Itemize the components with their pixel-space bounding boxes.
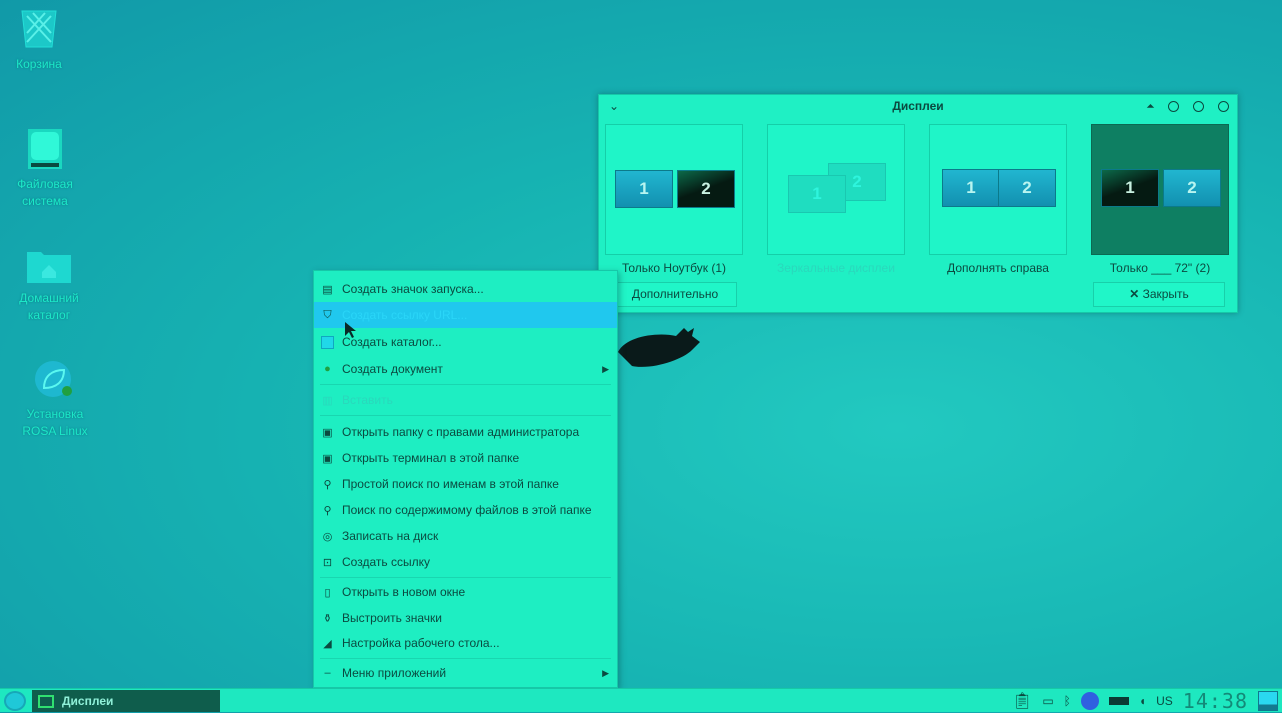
folder-icon (321, 335, 334, 349)
network-icon[interactable]: ▭ (1042, 694, 1053, 708)
link-icon: ⊡ (322, 556, 333, 569)
separator (320, 415, 611, 416)
volume-icon[interactable]: ◖ (1139, 694, 1146, 708)
menu-item-create-launcher[interactable]: ▤ Создать значок запуска... (314, 276, 617, 302)
monitor-2: 2 (677, 170, 735, 208)
monitor-2: 2 (998, 169, 1056, 207)
desktop-icon-trash[interactable]: Корзина (0, 8, 84, 73)
maximize-button[interactable] (1193, 100, 1204, 112)
option-laptop-only[interactable]: 1 2 (605, 124, 743, 255)
keyboard-layout[interactable]: US (1156, 694, 1173, 708)
taskbar-item-displays[interactable]: Дисплеи (32, 690, 220, 712)
clipboard-icon[interactable]: 📋︎ (1012, 691, 1032, 711)
menu-item-desktop-settings[interactable]: ◢ Настройка рабочего стола... (314, 630, 617, 656)
option-label: Дополнять справа (947, 261, 1049, 275)
desktop-icon-installer[interactable]: Установка ROSA Linux (10, 360, 100, 440)
bluetooth-icon[interactable]: ᛒ (1064, 694, 1071, 708)
displays-dialog: ⌄ Дисплеи ⏶ 1 2 Только Ноутбук (1) 2 1 З… (598, 94, 1238, 313)
taskbar: Дисплеи 📋︎ ▭ ᛒ ◖ US 14:38 (0, 688, 1282, 713)
close-window-button[interactable] (1218, 100, 1229, 112)
search-icon: ⚲ (323, 504, 332, 517)
updates-icon[interactable] (1080, 692, 1099, 710)
separator (320, 658, 611, 659)
menu-item-burn-disc[interactable]: ◎ Записать на диск (314, 523, 617, 549)
menu-item-arrange-icons[interactable]: ⚱ Выстроить значки (314, 605, 617, 631)
keep-above-icon[interactable]: ⏶ (1147, 95, 1154, 117)
desktop-icon-filesystem[interactable]: Файловая система (0, 128, 90, 210)
menu-item-applications-menu[interactable]: – Меню приложений ▶ (314, 660, 617, 686)
menu-item-create-link[interactable]: ⊡ Создать ссылку (314, 549, 617, 575)
paste-icon: ▥ (322, 394, 333, 407)
disc-icon: ◎ (322, 530, 333, 543)
system-tray: 📋︎ ▭ ᛒ ◖ US 14:38 (1012, 689, 1278, 713)
menu-item-open-new-window[interactable]: ▯ Открыть в новом окне (314, 579, 617, 605)
drive-icon (28, 129, 62, 169)
advanced-button[interactable]: Дополнительно (613, 282, 737, 307)
monitor-1: 1 (615, 170, 673, 208)
minimize-button[interactable] (1168, 100, 1179, 112)
option-label: Только ___ 72" (2) (1109, 261, 1211, 275)
close-button[interactable]: ✕ Закрыть (1093, 282, 1225, 307)
option-label: Только Ноутбук (1) (621, 261, 726, 275)
displays-app-icon (38, 694, 54, 708)
option-label: Зеркальные дисплеи (777, 261, 895, 275)
installer-icon (35, 361, 72, 397)
separator (320, 384, 611, 385)
dialog-title: Дисплеи (892, 99, 944, 113)
option-mirror[interactable]: 2 1 (767, 124, 905, 255)
admin-folder-icon: ▣ (322, 426, 333, 439)
clock[interactable]: 14:38 (1183, 689, 1248, 713)
close-x-icon: ✕ (1129, 287, 1143, 301)
menu-item-paste[interactable]: ▥ Вставить (314, 387, 617, 413)
menu-item-create-folder[interactable]: Создать каталог... (314, 329, 617, 355)
show-desktop-button[interactable] (1258, 691, 1278, 711)
dialog-titlebar[interactable]: ⌄ Дисплеи ⏶ (599, 95, 1237, 117)
monitor-1: 1 (788, 175, 846, 213)
menu-item-create-document[interactable]: ● Создать документ ▶ (314, 356, 617, 382)
apps-menu-icon: – (324, 667, 331, 679)
link-url-icon: ⛉ (323, 308, 332, 321)
menu-item-create-url-link[interactable]: ⛉ Создать ссылку URL... (314, 302, 617, 328)
window-menu-chevron-icon[interactable]: ⌄ (609, 95, 619, 117)
battery-icon[interactable] (1108, 697, 1129, 705)
home-folder-icon (27, 252, 71, 283)
submenu-arrow-icon: ▶ (602, 363, 609, 374)
mouse-cursor-icon (345, 322, 356, 338)
monitor-1: 1 (1101, 169, 1159, 207)
monitor-1: 1 (942, 169, 1000, 207)
wallpaper-mouse-icon (618, 328, 700, 367)
desktop-context-menu: ▤ Создать значок запуска... ⛉ Создать ссыл… (313, 270, 618, 688)
submenu-arrow-icon: ▶ (602, 667, 609, 678)
terminal-icon: ▣ (322, 452, 333, 465)
monitor-2: 2 (1163, 169, 1221, 207)
document-icon: ● (324, 363, 331, 375)
desktop-icon-home[interactable]: Домашний каталог (4, 248, 94, 324)
wallpaper-icon: ◢ (323, 637, 332, 650)
menu-item-search-names[interactable]: ⚲ Простой поиск по именам в этой папке (314, 471, 617, 497)
start-menu-button[interactable] (4, 691, 26, 711)
launcher-icon: ▤ (322, 283, 333, 296)
option-extend-right[interactable]: 1 2 (929, 124, 1067, 255)
menu-item-search-contents[interactable]: ⚲ Поиск по содержимому файлов в этой папк… (314, 497, 617, 523)
separator (320, 577, 611, 578)
arrange-icon: ⚱ (322, 612, 333, 625)
trash-icon (21, 10, 57, 48)
search-icon: ⚲ (323, 478, 332, 491)
option-external-only[interactable]: 1 2 (1091, 124, 1229, 255)
menu-item-open-as-admin[interactable]: ▣ Открыть папку с правами администратора (314, 419, 617, 445)
menu-item-open-terminal[interactable]: ▣ Открыть терминал в этой папке (314, 445, 617, 471)
window-icon: ▯ (324, 586, 331, 599)
